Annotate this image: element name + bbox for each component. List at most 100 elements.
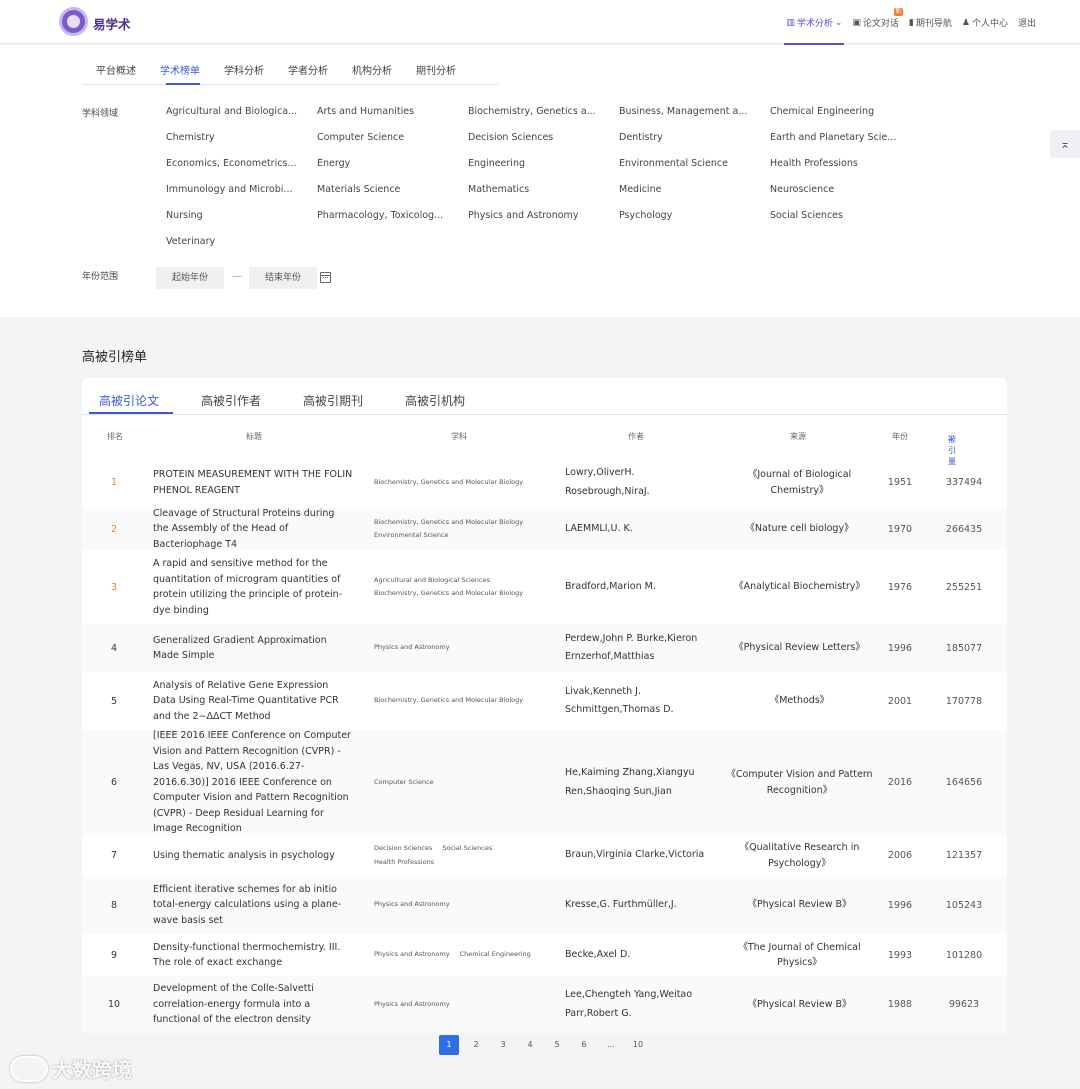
subject-tag[interactable]: Physics and Astronomy — [374, 998, 450, 1012]
author-cell[interactable]: Kresse,G. Furthmüller,J. — [565, 876, 715, 934]
tab-top-cited-papers[interactable]: 高被引论文 — [88, 392, 174, 414]
subject-option[interactable]: Psychology — [619, 207, 770, 224]
page-button[interactable]: 3 — [493, 1035, 513, 1055]
author-cell[interactable]: Becke,Axel D. — [565, 934, 715, 976]
nav-personal-center[interactable]: ♟ 个人中心 — [962, 16, 1008, 30]
year-start-input[interactable]: 起始年份 — [156, 267, 224, 289]
brand-name[interactable]: 易学术 — [93, 14, 131, 33]
source-cell[interactable]: 《Journal of Biological Chemistry》 — [722, 457, 877, 508]
paper-title-link[interactable]: A rapid and sensitive method for the qua… — [153, 550, 353, 624]
table-row[interactable]: 3 A rapid and sensitive method for the qu… — [82, 550, 1007, 624]
table-row[interactable]: 9 Density-functional thermochemistry. III… — [82, 934, 1007, 976]
subject-option[interactable]: Materials Science — [317, 181, 468, 198]
subject-option[interactable]: Engineering — [468, 155, 619, 172]
subject-option[interactable]: Dentistry — [619, 129, 770, 146]
author-cell[interactable]: He,Kaiming Zhang,Xiangyu Ren,Shaoqing Su… — [565, 730, 715, 835]
table-row[interactable]: 7 Using thematic analysis in psychology De… — [82, 835, 1007, 876]
subject-option[interactable]: Energy — [317, 155, 468, 172]
subject-option[interactable]: Chemical Engineering — [770, 103, 921, 120]
back-to-top-icon[interactable]: ⌅ — [1050, 130, 1080, 158]
author-cell[interactable]: Livak,Kenneth J. Schmittgen,Thomas D. — [565, 672, 715, 730]
nav-paper-chat[interactable]: ▣ 论文对话 新 — [852, 8, 903, 29]
subtab-overview[interactable]: 平台概述 — [82, 55, 146, 85]
subject-tag[interactable]: Physics and Astronomy — [374, 948, 450, 962]
nav-logout[interactable]: 退出 — [1018, 16, 1036, 29]
source-cell[interactable]: 《Physical Review B》 — [722, 976, 877, 1033]
table-row[interactable]: 2 Cleavage of Structural Proteins during … — [82, 508, 1007, 550]
table-row[interactable]: 5 Analysis of Relative Gene Expression Da… — [82, 672, 1007, 730]
table-row[interactable]: 6 [IEEE 2016 IEEE Conference on Computer … — [82, 730, 1007, 835]
paper-title-link[interactable]: Cleavage of Structural Proteins during t… — [153, 508, 353, 550]
author-cell[interactable]: Bradford,Marion M. — [565, 550, 715, 624]
logo-icon[interactable] — [59, 7, 88, 36]
table-row[interactable]: 4 Generalized Gradient Approximation Made… — [82, 624, 1007, 672]
nav-journal-guide[interactable]: ▮ 期刊导航 — [909, 16, 952, 30]
source-cell[interactable]: 《Qualitative Research in Psychology》 — [722, 835, 877, 876]
subject-option[interactable]: Pharmacology, Toxicolog... — [317, 207, 468, 224]
source-cell[interactable]: 《Physical Review B》 — [722, 876, 877, 934]
subject-tag[interactable]: Computer Science — [374, 776, 434, 790]
source-cell[interactable]: 《The Journal of Chemical Physics》 — [722, 934, 877, 976]
subject-tag[interactable]: Chemical Engineering — [460, 948, 531, 962]
subject-tag[interactable]: Environmental Science — [374, 529, 449, 543]
page-button[interactable]: 2 — [466, 1035, 486, 1055]
subject-option[interactable]: Environmental Science — [619, 155, 770, 172]
subject-option[interactable]: Neuroscience — [770, 181, 921, 198]
subject-option[interactable]: Physics and Astronomy — [468, 207, 619, 224]
source-cell[interactable]: 《Computer Vision and Pattern Recognition… — [722, 730, 877, 835]
year-end-input[interactable]: 结束年份 — [249, 267, 317, 289]
table-row[interactable]: 1 PROTEIN MEASUREMENT WITH THE FOLIN PHEN… — [82, 457, 1007, 508]
subtab-rankings[interactable]: 学术榜单 — [146, 55, 210, 85]
table-row[interactable]: 8 Efficient iterative schemes for ab init… — [82, 876, 1007, 934]
calendar-icon[interactable] — [320, 272, 331, 283]
source-cell[interactable]: 《Nature cell biology》 — [722, 508, 877, 550]
subject-tag[interactable]: Physics and Astronomy — [374, 641, 450, 655]
subject-tag[interactable]: Social Sciences — [442, 842, 492, 856]
paper-title-link[interactable]: Density-functional thermochemistry. III.… — [153, 934, 353, 976]
tab-top-cited-journals[interactable]: 高被引期刊 — [303, 392, 363, 409]
source-cell[interactable]: 《Analytical Biochemistry》 — [722, 550, 877, 624]
subject-option[interactable]: Earth and Planetary Scie... — [770, 129, 921, 146]
subject-tag[interactable]: Health Professions — [374, 856, 434, 870]
subject-option[interactable]: Economics, Econometrics... — [166, 155, 317, 172]
subject-tag[interactable]: Biochemistry, Genetics and Molecular Bio… — [374, 587, 523, 601]
author-cell[interactable]: Lee,Chengteh Yang,Weitao Parr,Robert G. — [565, 976, 715, 1033]
subject-tag[interactable]: Biochemistry, Genetics and Molecular Bio… — [374, 476, 523, 490]
page-button[interactable]: 6 — [574, 1035, 594, 1055]
paper-title-link[interactable]: Generalized Gradient Approximation Made … — [153, 624, 353, 672]
subject-option[interactable]: Veterinary — [166, 233, 317, 250]
subject-option[interactable]: Decision Sciences — [468, 129, 619, 146]
subject-option[interactable]: Business, Management a... — [619, 103, 770, 120]
tab-top-cited-authors[interactable]: 高被引作者 — [201, 392, 261, 409]
paper-title-link[interactable]: [IEEE 2016 IEEE Conference on Computer V… — [153, 730, 353, 835]
subject-option[interactable]: Arts and Humanities — [317, 103, 468, 120]
paper-title-link[interactable]: Using thematic analysis in psychology — [153, 835, 353, 876]
author-cell[interactable]: Lowry,OliverH. Rosebrough,NiraJ. — [565, 457, 715, 508]
paper-title-link[interactable]: Analysis of Relative Gene Expression Dat… — [153, 672, 353, 730]
subject-option[interactable]: Medicine — [619, 181, 770, 198]
paper-title-link[interactable]: Development of the Colle-Salvetti correl… — [153, 976, 353, 1033]
subject-option[interactable]: Agricultural and Biologica... — [166, 103, 317, 120]
subject-option[interactable]: Social Sciences — [770, 207, 921, 224]
nav-academic-analysis[interactable]: ▥ 学术分析 ⌄ — [784, 16, 845, 45]
author-cell[interactable]: Braun,Virginia Clarke,Victoria — [565, 835, 715, 876]
subject-option[interactable]: Immunology and Microbi... — [166, 181, 317, 198]
source-cell[interactable]: 《Methods》 — [722, 672, 877, 730]
page-button[interactable]: 10 — [628, 1035, 648, 1055]
subject-option[interactable]: Health Professions — [770, 155, 921, 172]
table-row[interactable]: 10 Development of the Colle-Salvetti corr… — [82, 976, 1007, 1033]
page-button[interactable]: 1 — [439, 1035, 459, 1055]
paper-title-link[interactable]: PROTEIN MEASUREMENT WITH THE FOLIN PHENO… — [153, 457, 353, 508]
subtab-scholar-analysis[interactable]: 学者分析 — [274, 55, 338, 85]
paper-title-link[interactable]: Efficient iterative schemes for ab initi… — [153, 876, 353, 934]
subject-option[interactable]: Computer Science — [317, 129, 468, 146]
subtab-institution-analysis[interactable]: 机构分析 — [338, 55, 402, 85]
subtab-subject-analysis[interactable]: 学科分析 — [210, 55, 274, 85]
subject-option[interactable]: Mathematics — [468, 181, 619, 198]
subject-option[interactable]: Chemistry — [166, 129, 317, 146]
author-cell[interactable]: LAEMMLI,U. K. — [565, 508, 715, 550]
subject-option[interactable]: Biochemistry, Genetics a... — [468, 103, 619, 120]
subject-tag[interactable]: Decision Sciences — [374, 842, 432, 856]
subtab-journal-analysis[interactable]: 期刊分析 — [402, 55, 466, 85]
page-button[interactable]: 5 — [547, 1035, 567, 1055]
